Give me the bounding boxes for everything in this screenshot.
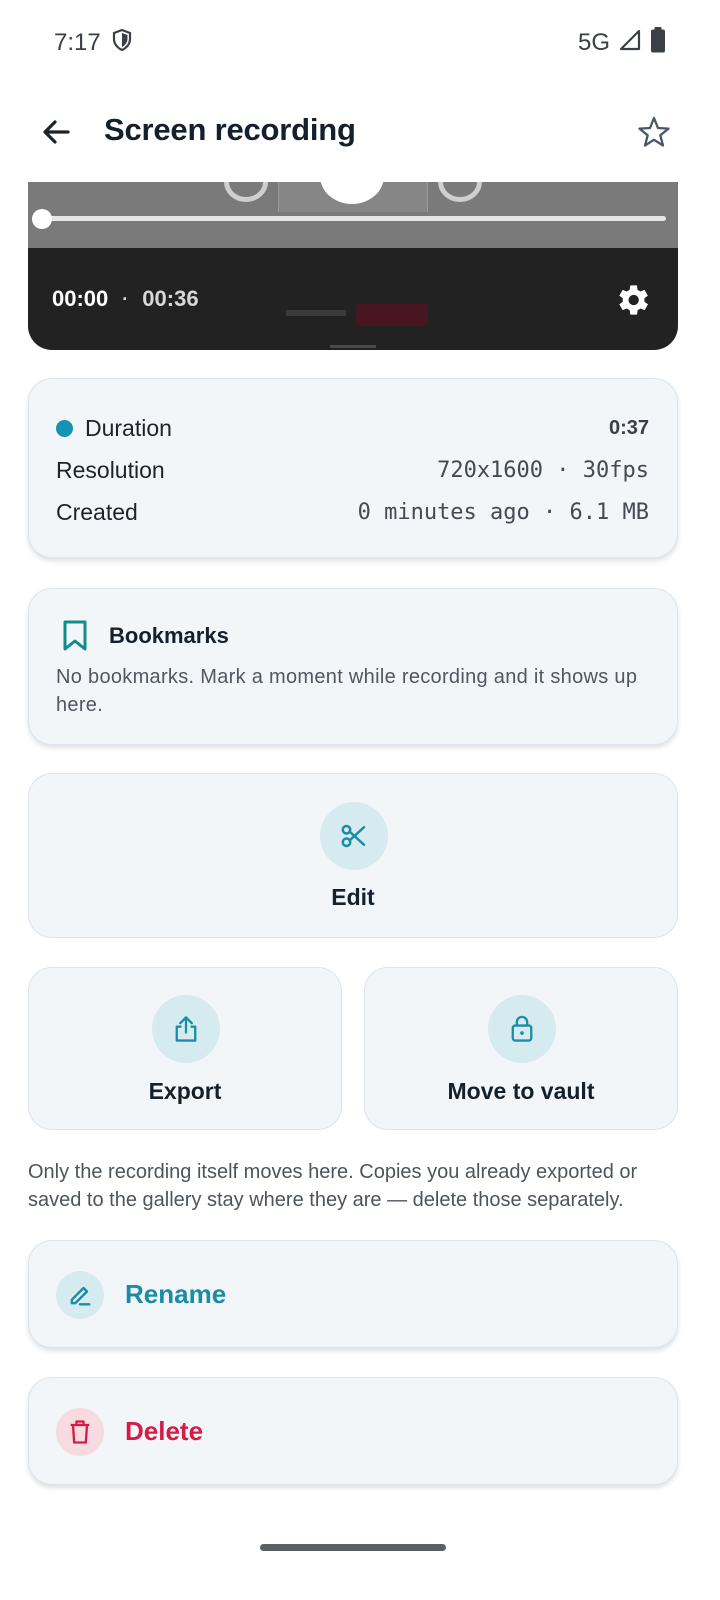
page-title: Screen recording [104, 112, 356, 147]
vault-note: Only the recording itself moves here. Co… [28, 1161, 638, 1211]
shield-icon [111, 28, 133, 59]
accent-dot-icon [56, 419, 73, 437]
share-icon [175, 1016, 197, 1042]
arrow-back-icon [43, 120, 70, 144]
resolution-row: Resolution 720x1600 · 30fps [56, 453, 649, 487]
resolution-value: 720x1600 · 30fps [437, 457, 649, 483]
lock-icon [511, 1015, 533, 1042]
star-outline-icon [638, 116, 670, 147]
preview-ghost-label [286, 310, 346, 316]
video-player[interactable]: 00:00 · 00:36 [28, 182, 678, 350]
duration-label-wrap: Duration [56, 415, 172, 442]
preview-ghost-ring-right [438, 182, 482, 202]
rename-icon-circle [56, 1271, 104, 1319]
export-icon-circle [152, 995, 220, 1063]
current-time: 00:00 [52, 286, 109, 311]
preview-ghost-pill [356, 304, 428, 326]
created-label: Created [56, 498, 138, 525]
rename-button[interactable]: Rename [28, 1240, 678, 1348]
edit-icon-circle [320, 802, 388, 870]
bookmarks-header: Bookmarks [61, 619, 229, 653]
edit-label: Edit [331, 884, 375, 910]
preview-ghost-ring-left [224, 182, 268, 202]
created-row: Created 0 minutes ago · 6.1 MB [56, 495, 649, 529]
status-time: 7:17 [54, 29, 101, 56]
status-bar: 7:17 5G [0, 0, 720, 86]
network-label: 5G [577, 29, 610, 56]
resolution-label: Resolution [56, 456, 165, 483]
time-separator: · [122, 288, 129, 309]
battery-icon [650, 26, 666, 60]
bookmarks-title: Bookmarks [109, 623, 229, 648]
player-settings-button[interactable] [612, 280, 652, 320]
seek-handle[interactable] [32, 209, 52, 229]
status-left: 7:17 [54, 28, 133, 59]
bookmarks-card: Bookmarks No bookmarks. Mark a moment wh… [28, 588, 678, 745]
scissors-icon [341, 824, 366, 848]
rename-label: Rename [125, 1279, 227, 1309]
delete-label: Delete [125, 1416, 204, 1446]
bookmark-icon [63, 620, 87, 651]
duration-label: Duration [85, 414, 172, 441]
export-button[interactable]: Export [28, 967, 342, 1130]
move-to-vault-button[interactable]: Move to vault [364, 967, 678, 1130]
delete-button[interactable]: Delete [28, 1377, 678, 1485]
seek-bar[interactable] [40, 216, 666, 221]
total-time: 00:36 [142, 286, 199, 311]
vault-label: Move to vault [447, 1078, 595, 1104]
bookmarks-empty-text: No bookmarks. Mark a moment while record… [56, 666, 638, 716]
trash-icon [70, 1420, 90, 1444]
delete-icon-circle [56, 1408, 104, 1456]
edit-button[interactable]: Edit [28, 773, 678, 938]
time-display: 00:00 · 00:36 [52, 286, 199, 312]
signal-icon [618, 28, 642, 59]
duration-row: Duration 0:37 [56, 411, 649, 445]
home-indicator[interactable] [260, 1544, 446, 1551]
app-bar: Screen recording [0, 86, 720, 182]
pencil-icon [70, 1286, 91, 1306]
preview-ghost-controls [28, 182, 678, 212]
preview-ghost-handle [330, 345, 376, 348]
duration-value: 0:37 [608, 416, 649, 439]
favorite-button[interactable] [628, 106, 680, 158]
gear-icon [619, 285, 648, 315]
recording-info-card: Duration 0:37 Resolution 720x1600 · 30fp… [28, 378, 678, 558]
video-preview [28, 182, 678, 248]
export-label: Export [148, 1078, 222, 1104]
back-button[interactable] [30, 106, 82, 158]
vault-icon-circle [488, 995, 556, 1063]
created-value: 0 minutes ago · 6.1 MB [357, 499, 649, 525]
status-right: 5G [577, 26, 666, 60]
